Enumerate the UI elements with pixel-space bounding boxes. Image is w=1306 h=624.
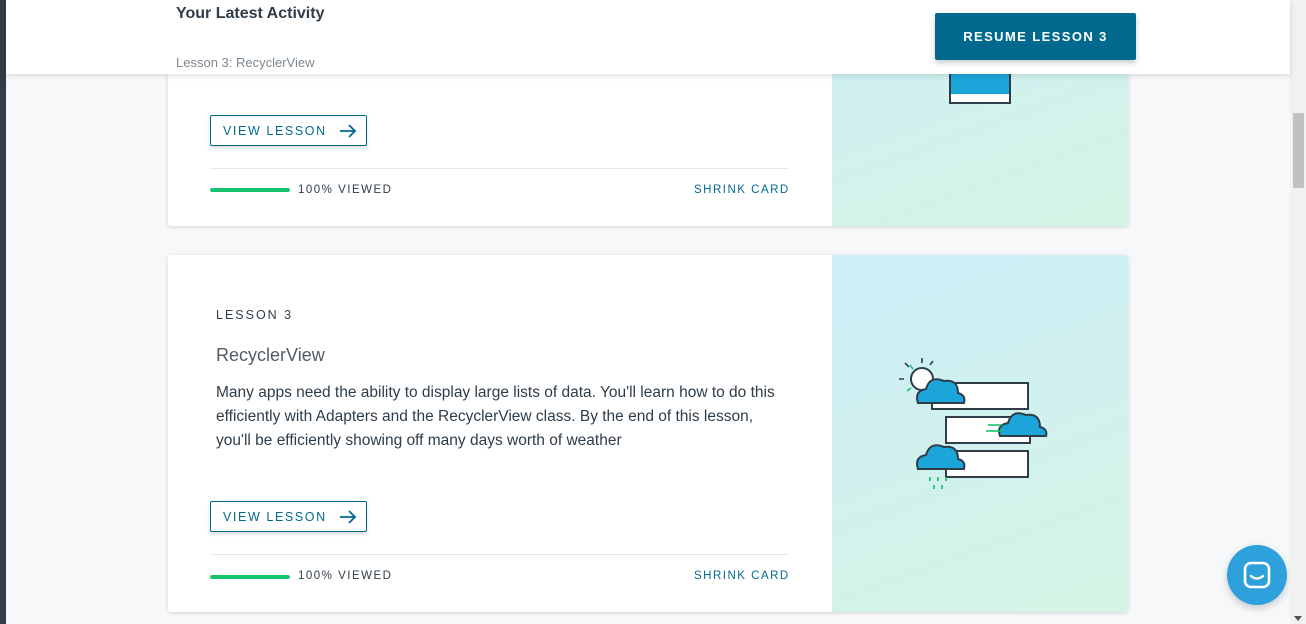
chat-button[interactable] (1227, 545, 1287, 605)
progress-bar (210, 575, 290, 579)
view-lesson-label: VIEW LESSON (223, 123, 327, 138)
view-lesson-label: VIEW LESSON (223, 509, 327, 524)
shrink-card-link[interactable]: SHRINK CARD (694, 184, 790, 196)
activity-subtitle: Lesson 3: RecyclerView (176, 55, 315, 70)
view-lesson-button[interactable]: VIEW LESSON (210, 501, 367, 532)
lesson-title: RecyclerView (216, 345, 325, 365)
lesson-card-art (832, 255, 1128, 612)
page-scrollbar[interactable] (1290, 0, 1306, 624)
progress-text: 100% VIEWED (298, 570, 393, 582)
shrink-card-link[interactable]: SHRINK CARD (694, 570, 790, 582)
window-left-edge (0, 0, 6, 624)
arrow-right-icon (339, 123, 357, 138)
scrollbar-thumb[interactable] (1293, 113, 1304, 188)
progress-bar (210, 188, 290, 192)
card-divider (210, 168, 789, 169)
latest-activity-bar: Your Latest Activity Lesson 3: RecyclerV… (6, 0, 1290, 74)
arrow-right-icon (339, 509, 357, 524)
scroll-down-arrow-icon[interactable] (1294, 616, 1302, 621)
progress-bar-fill (210, 575, 290, 579)
chat-icon (1243, 561, 1271, 589)
lesson-description: Many apps need the ability to display la… (216, 384, 775, 449)
lesson-number-label: LESSON 3 (216, 308, 294, 322)
progress-bar-fill (210, 188, 290, 192)
lesson-card-3: LESSON 3 RecyclerView Many apps need the… (168, 255, 1128, 612)
progress-text: 100% VIEWED (298, 184, 393, 196)
resume-lesson-button[interactable]: RESUME LESSON 3 (935, 13, 1136, 60)
view-lesson-button[interactable]: VIEW LESSON (210, 115, 367, 146)
weather-list-illustration (899, 358, 1048, 489)
card-divider (210, 554, 789, 555)
activity-title: Your Latest Activity (176, 5, 325, 22)
